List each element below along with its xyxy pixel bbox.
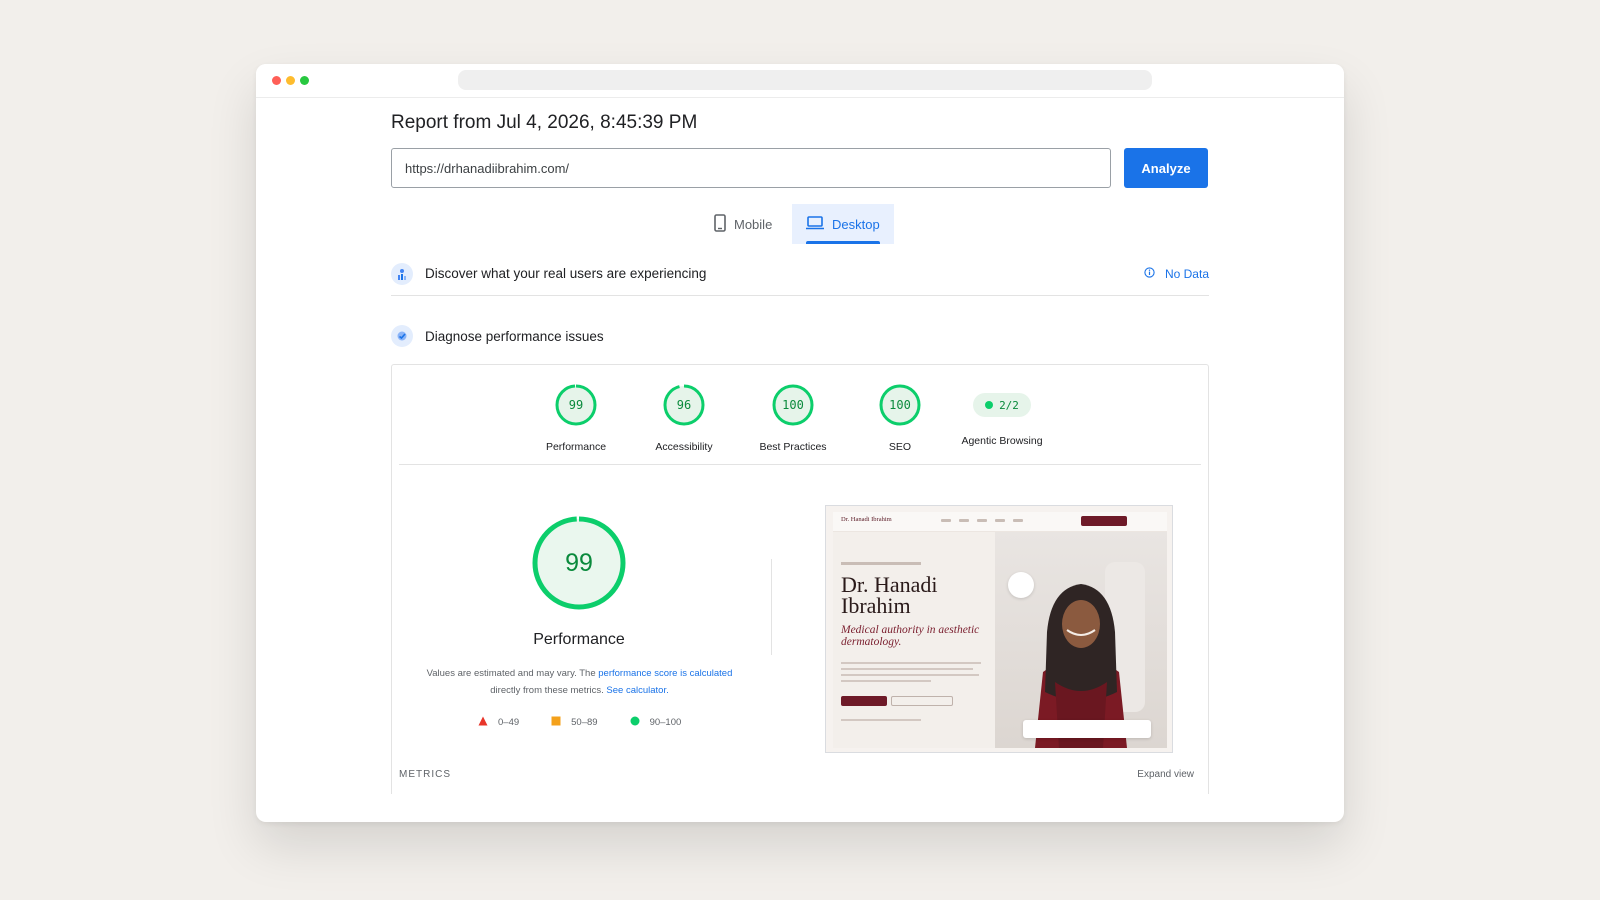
score-label: Agentic Browsing — [961, 435, 1043, 447]
performance-description: Values are estimated and may vary. The p… — [412, 665, 747, 699]
legend-range: 0–49 — [498, 717, 520, 728]
score-best-practices[interactable]: 100 Best Practices — [738, 383, 848, 453]
score-value: 100 — [782, 398, 804, 412]
title-bar — [256, 64, 1344, 98]
average-square-icon — [551, 716, 561, 729]
agentic-value: 2/2 — [999, 398, 1019, 412]
score-label: Accessibility — [655, 441, 713, 453]
minimize-window-button[interactable] — [286, 76, 295, 85]
gauge: 100 — [878, 383, 922, 427]
thumbnail-cta — [1081, 516, 1127, 526]
legend-item: 0–49 — [478, 716, 519, 729]
legend-range: 50–89 — [571, 717, 598, 728]
score-value: 99 — [568, 398, 584, 412]
score-value: 100 — [889, 398, 911, 412]
laptop-icon — [806, 215, 824, 233]
desc-text-2: directly from these metrics. — [490, 685, 607, 696]
diagnose-text: Diagnose performance issues — [425, 328, 604, 344]
thumbnail-page: Dr. Hanadi Ibrahim Dr. Hanadi Ibrahim Me… — [833, 512, 1167, 748]
diagnose-row: Diagnose performance issues — [391, 314, 1209, 358]
tab-desktop[interactable]: Desktop — [792, 204, 894, 244]
desc-text-1: Values are estimated and may vary. The — [426, 668, 599, 679]
performance-score: 99 — [565, 548, 593, 577]
score-agentic-browsing[interactable]: 2/2 Agentic Browsing — [947, 383, 1057, 447]
url-input[interactable] — [391, 148, 1111, 188]
gauge: 96 — [662, 383, 706, 427]
tab-mobile-label: Mobile — [734, 216, 773, 232]
field-data-row[interactable]: Discover what your real users are experi… — [391, 252, 1209, 296]
thumbnail-button — [841, 696, 887, 706]
thumbnail-links — [941, 519, 1023, 522]
score-label: SEO — [888, 441, 912, 453]
gauge: 99 — [554, 383, 598, 427]
divider — [399, 464, 1201, 465]
maximize-window-button[interactable] — [300, 76, 309, 85]
performance-score-link[interactable]: performance score is calculated — [598, 668, 732, 679]
score-label: Best Practices — [759, 441, 827, 453]
thumbnail-card — [1023, 720, 1151, 738]
thumbnail-button — [891, 696, 953, 706]
page-screenshot-thumbnail[interactable]: Dr. Hanadi Ibrahim Dr. Hanadi Ibrahim Me… — [825, 505, 1173, 753]
thumbnail-portrait — [995, 532, 1167, 748]
legend-item: 50–89 — [551, 716, 598, 729]
info-icon — [1144, 266, 1155, 281]
score-seo[interactable]: 100 SEO — [845, 383, 955, 453]
analyze-button[interactable]: Analyze — [1124, 148, 1208, 188]
performance-gauge: 99 — [531, 515, 627, 611]
thumbnail-eyebrow — [841, 562, 921, 565]
thumbnail-nav: Dr. Hanadi Ibrahim — [833, 512, 1167, 532]
performance-title: Performance — [533, 631, 625, 648]
pass-dot-icon — [985, 401, 994, 409]
vertical-divider — [771, 559, 772, 655]
gauge: 100 — [771, 383, 815, 427]
metrics-heading: METRICS — [399, 769, 451, 780]
expand-view-toggle[interactable]: Expand view — [1137, 769, 1194, 780]
thumbnail-heading: Dr. Hanadi Ibrahim — [841, 572, 938, 618]
score-performance[interactable]: 99 Performance — [521, 383, 631, 453]
report-title: Report from Jul 4, 2026, 8:45:39 PM — [391, 112, 698, 133]
page-content: Report from Jul 4, 2026, 8:45:39 PM Anal… — [256, 98, 1344, 822]
field-data-text: Discover what your real users are experi… — [425, 266, 707, 281]
lighthouse-icon — [391, 325, 413, 347]
fail-triangle-icon — [478, 716, 488, 729]
users-chart-icon — [391, 262, 413, 285]
browser-window: Report from Jul 4, 2026, 8:45:39 PM Anal… — [256, 64, 1344, 822]
phone-icon — [714, 213, 726, 235]
score-accessibility[interactable]: 96 Accessibility — [629, 383, 739, 453]
no-data-label: No Data — [1164, 266, 1209, 281]
score-label: Performance — [545, 441, 607, 453]
no-data-status[interactable]: No Data — [1144, 267, 1209, 281]
lighthouse-panel: 99 Performance 96 Accessibility 100 Best… — [391, 364, 1209, 794]
address-bar[interactable] — [458, 70, 1152, 90]
tab-desktop-label: Desktop — [832, 216, 880, 232]
legend-item: 90–100 — [630, 716, 682, 729]
agentic-pill: 2/2 — [973, 393, 1031, 417]
tab-mobile[interactable]: Mobile — [700, 204, 786, 244]
see-calculator-link[interactable]: See calculator. — [606, 685, 668, 696]
score-value: 96 — [676, 398, 692, 412]
pass-circle-icon — [630, 716, 640, 729]
thumbnail-logo: Dr. Hanadi Ibrahim — [841, 516, 892, 523]
thumbnail-badge — [1008, 572, 1034, 598]
legend-range: 90–100 — [649, 717, 682, 728]
close-window-button[interactable] — [272, 76, 281, 85]
thumbnail-tagline: Medical authority in aesthetic dermatolo… — [841, 624, 980, 648]
score-legend: 0–49 50–89 90–100 — [478, 716, 713, 729]
